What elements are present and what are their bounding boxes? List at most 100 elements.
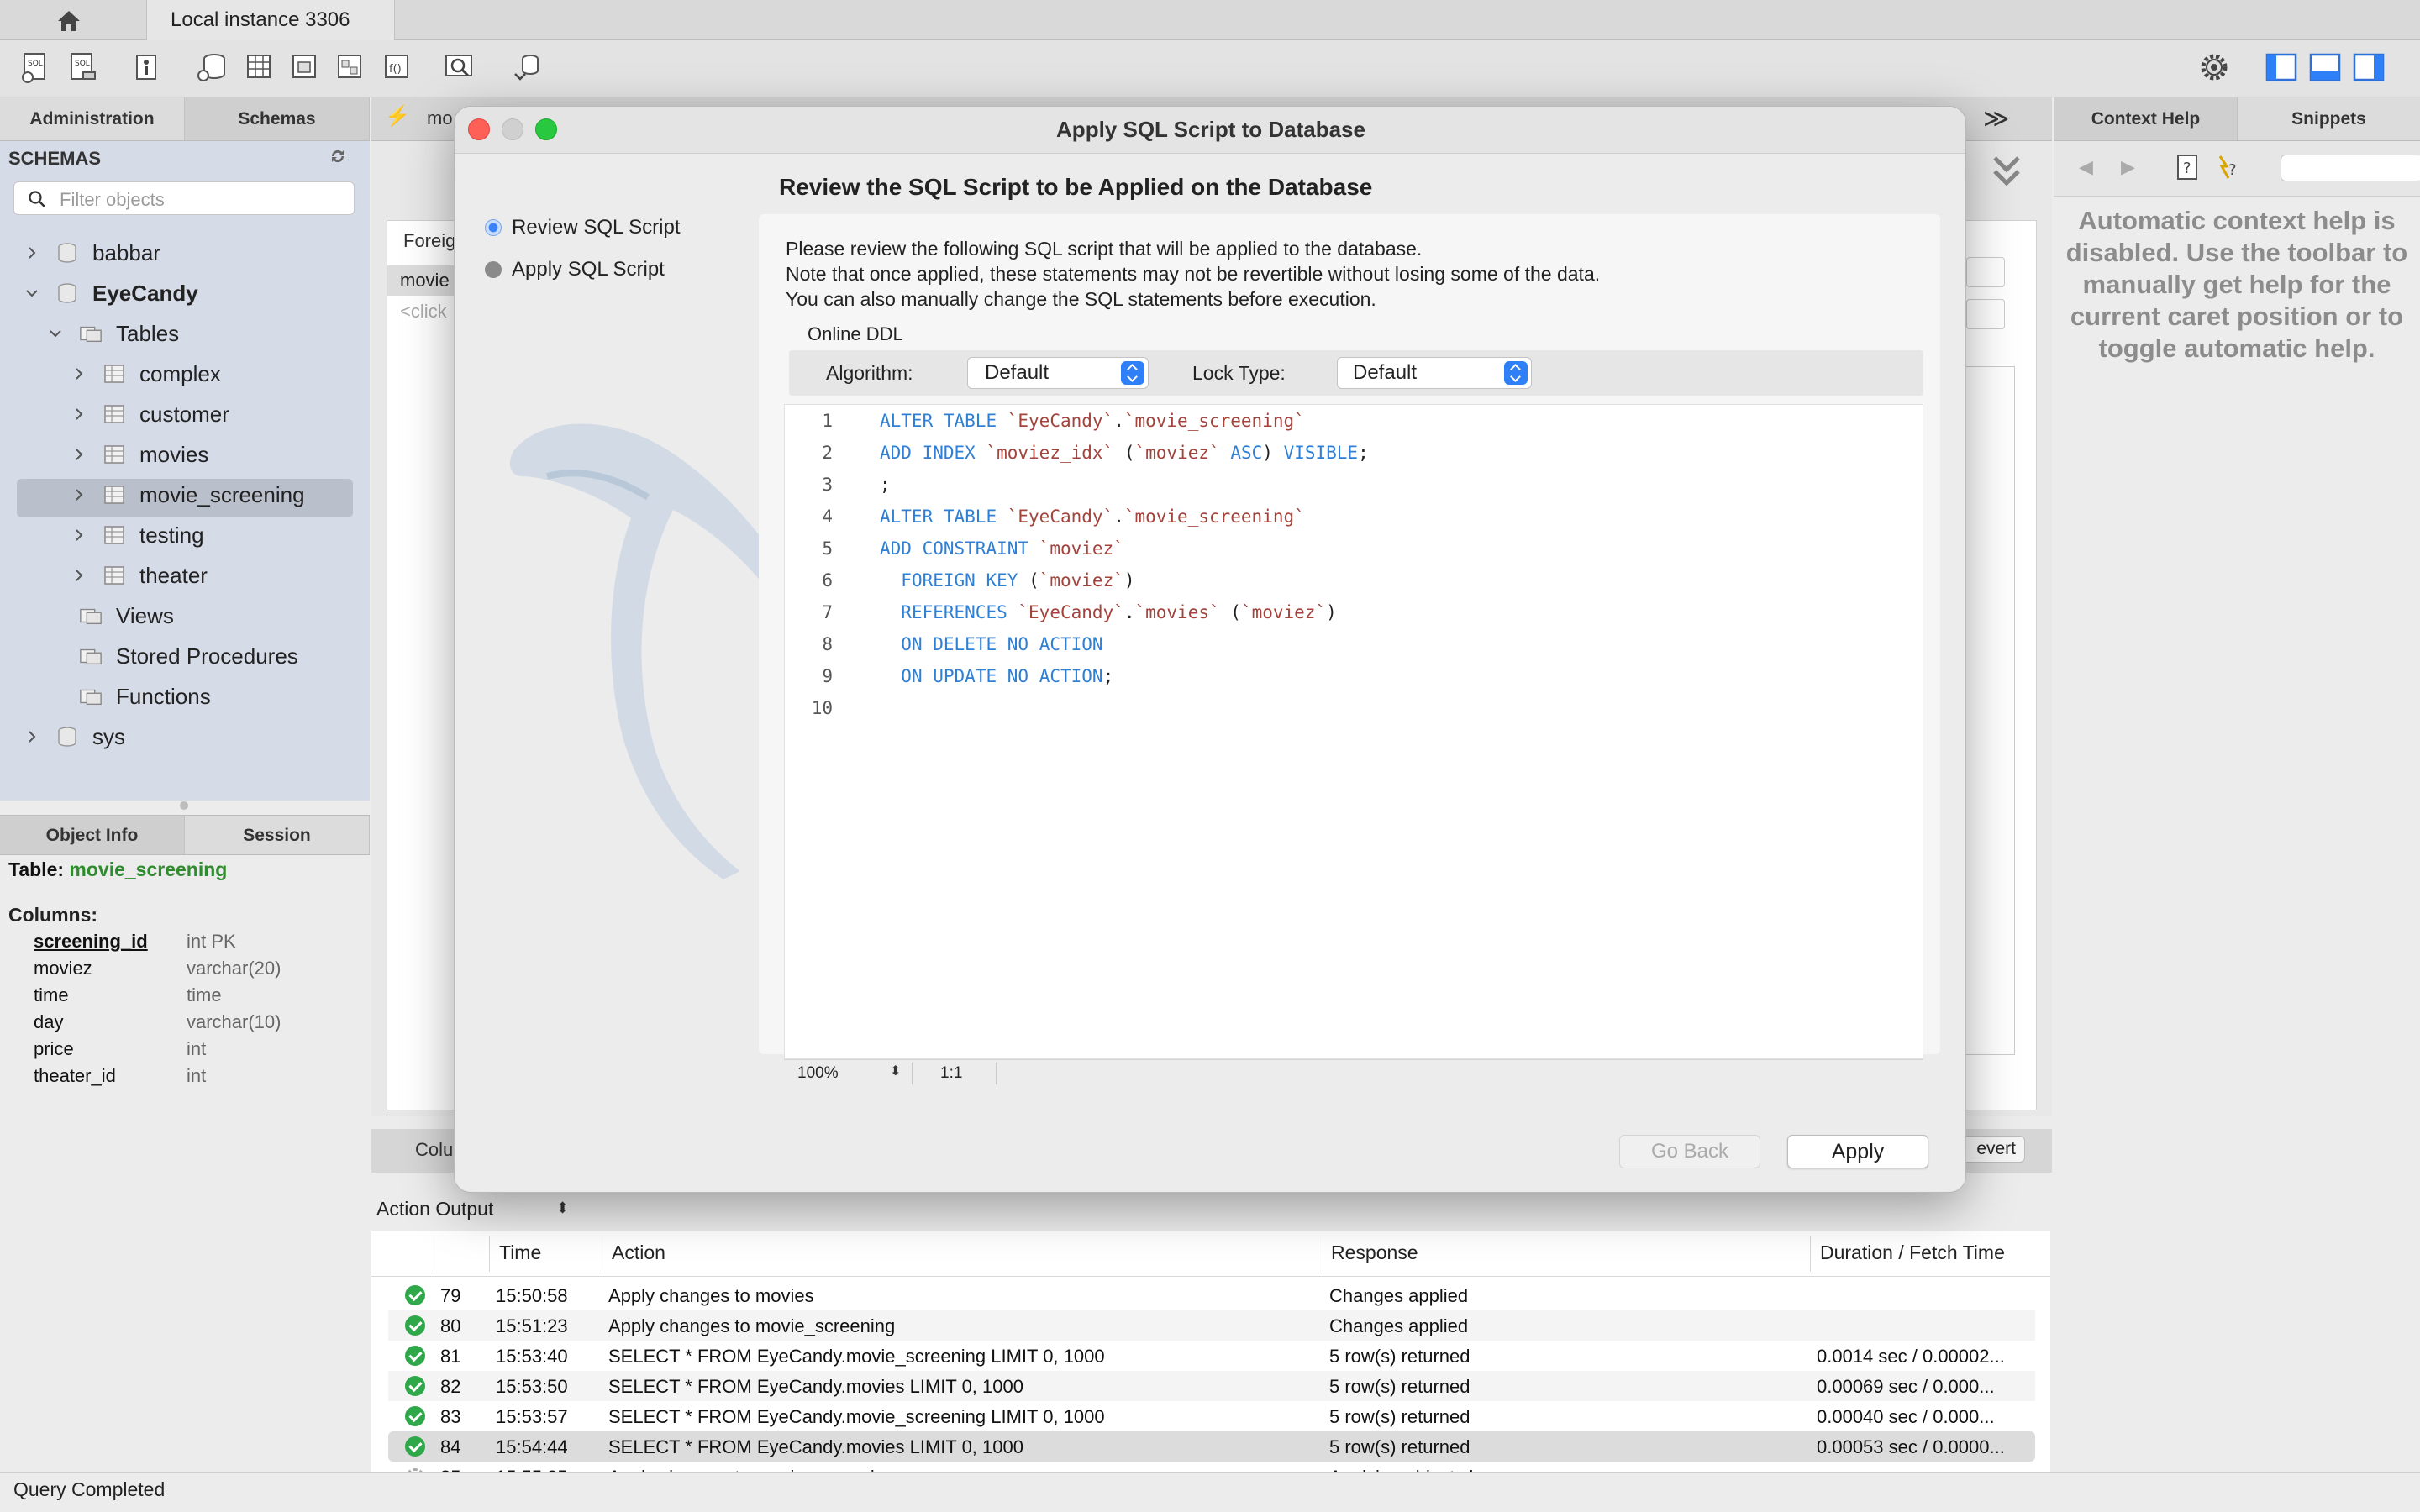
foreign-key-row[interactable]: movie <box>387 265 454 296</box>
tab-snippets[interactable]: Snippets <box>2237 97 2420 140</box>
open-sql-file-button[interactable]: SQL <box>64 49 103 86</box>
tab-schemas[interactable]: Schemas <box>185 97 370 140</box>
tree-item-stored-procedures[interactable]: Stored Procedures <box>47 637 298 675</box>
table-row[interactable]: 83 15:53:57 SELECT * FROM EyeCandy.movie_s… <box>388 1401 2035 1431</box>
tab-administration[interactable]: Administration <box>0 97 185 140</box>
column-header-duration[interactable]: Duration / Fetch Time <box>1820 1242 2005 1264</box>
table-icon <box>103 483 126 507</box>
tab-object-info[interactable]: Object Info <box>0 816 185 854</box>
collapse-icon[interactable] <box>1990 151 2023 188</box>
cell-time: 15:53:40 <box>496 1346 568 1367</box>
help-search-input[interactable] <box>2281 155 2420 181</box>
table-icon <box>247 55 271 78</box>
table-row[interactable]: 84 15:54:44 SELECT * FROM EyeCandy.movies … <box>388 1431 2035 1462</box>
create-view-button[interactable] <box>284 49 323 86</box>
chevron-down-icon[interactable] <box>24 285 40 302</box>
filter-input[interactable]: Filter objects <box>13 181 355 215</box>
forward-arrow-icon[interactable]: ▶ <box>2121 156 2135 178</box>
tab-session[interactable]: Session <box>185 816 370 854</box>
tree-item-tables[interactable]: Tables <box>47 314 179 353</box>
table-row[interactable]: 79 15:50:58 Apply changes to movies Changes… <box>388 1280 2035 1310</box>
connection-tab[interactable]: Local instance 3306 <box>146 0 395 40</box>
chevron-right-icon[interactable] <box>24 728 40 745</box>
apply-button[interactable]: Apply <box>1787 1135 1928 1168</box>
chevron-right-icon[interactable] <box>71 567 87 584</box>
toggle-secondary-sidebar-button[interactable] <box>2349 49 2388 86</box>
referenced-table-select[interactable] <box>1966 257 2005 287</box>
chevron-right-icon[interactable] <box>71 446 87 463</box>
new-sql-tab-button[interactable]: SQL <box>17 49 55 86</box>
tab-context-help[interactable]: Context Help <box>2054 97 2237 140</box>
expand-tabs-icon[interactable]: ≫ <box>1983 104 2009 134</box>
tree-item-testing[interactable]: testing <box>71 516 204 554</box>
lock-type-select[interactable]: Default <box>1337 357 1532 389</box>
add-row-placeholder[interactable]: <click <box>400 301 447 323</box>
table-row[interactable]: 81 15:53:40 SELECT * FROM EyeCandy.movie_s… <box>388 1341 2035 1371</box>
tree-item-functions[interactable]: Functions <box>47 677 211 716</box>
splitter-handle[interactable] <box>180 801 188 810</box>
column-header-response[interactable]: Response <box>1331 1242 1418 1264</box>
zoom-level[interactable]: 100% <box>797 1064 839 1083</box>
svg-text:?: ? <box>2183 160 2191 177</box>
tree-item-label: EyeCandy <box>92 280 198 306</box>
manual-help-icon[interactable]: ? <box>2175 153 2203 186</box>
referenced-column-select[interactable] <box>1966 299 2005 329</box>
tree-item-movie-screening[interactable]: movie_screening <box>71 475 305 514</box>
table-row[interactable]: 82 15:53:50 SELECT * FROM EyeCandy.movies … <box>388 1371 2035 1401</box>
search-table-data-button[interactable] <box>440 49 479 86</box>
create-schema-button[interactable] <box>193 49 232 86</box>
create-table-button[interactable] <box>239 49 277 86</box>
chevron-down-icon[interactable] <box>47 325 64 342</box>
column-name: moviez <box>34 958 92 979</box>
procedure-icon <box>338 55 361 78</box>
tree-item-sys[interactable]: sys <box>24 717 125 756</box>
algorithm-select[interactable]: Default <box>967 357 1149 389</box>
table-row[interactable]: 80 15:51:23 Apply changes to movie_screeni… <box>388 1310 2035 1341</box>
column-name: day <box>34 1011 64 1032</box>
pending-step-icon <box>485 261 502 278</box>
cell-time: 15:50:58 <box>496 1285 568 1306</box>
refresh-icon[interactable] <box>328 146 348 166</box>
column-header-action[interactable]: Action <box>612 1242 666 1264</box>
chevron-right-icon[interactable] <box>71 365 87 382</box>
sql-line: 9 ON UPDATE NO ACTION; <box>791 666 1113 698</box>
table-icon <box>103 523 126 547</box>
preferences-button[interactable] <box>2195 49 2233 86</box>
tree-item-theater[interactable]: theater <box>71 556 208 595</box>
toggle-sidebar-button[interactable] <box>2262 49 2301 86</box>
create-procedure-button[interactable] <box>329 49 368 86</box>
inspector-button[interactable] <box>128 49 166 86</box>
sql-script-editor[interactable] <box>784 404 1923 1059</box>
auto-help-icon[interactable]: ? <box>2215 153 2244 186</box>
tree-item-movies[interactable]: movies <box>71 435 208 474</box>
create-function-button[interactable]: f() <box>376 49 415 86</box>
chevron-right-icon[interactable] <box>71 527 87 543</box>
toggle-output-button[interactable] <box>2306 49 2344 86</box>
tree-item-customer[interactable]: customer <box>71 395 229 433</box>
sql-code: ADD CONSTRAINT `moviez` <box>880 538 1124 559</box>
action-output-title[interactable]: Action Output <box>376 1198 493 1221</box>
chevron-right-icon[interactable] <box>71 486 87 503</box>
output-type-selector-icon[interactable]: ⬍ <box>556 1200 569 1217</box>
chevron-right-icon[interactable] <box>24 244 40 261</box>
tree-item-eyecandy[interactable]: EyeCandy <box>24 274 198 312</box>
tree-item-views[interactable]: Views <box>47 596 174 635</box>
search-icon <box>445 55 472 77</box>
tree-item-label: Views <box>116 602 174 628</box>
back-arrow-icon[interactable]: ◀ <box>2079 156 2093 178</box>
tree-item-label: complex <box>139 360 221 386</box>
tree-item-label: testing <box>139 522 204 548</box>
tree-item-complex[interactable]: complex <box>71 354 221 393</box>
tab-columns[interactable]: Colu <box>415 1139 453 1161</box>
chevron-right-icon[interactable] <box>71 406 87 423</box>
tree-item-babbar[interactable]: babbar <box>24 234 160 272</box>
zoom-stepper-icon[interactable]: ⬍ <box>890 1063 901 1079</box>
reconnect-button[interactable] <box>508 49 546 86</box>
success-check-icon <box>405 1436 425 1457</box>
cell-id: 79 <box>440 1285 461 1306</box>
home-button[interactable] <box>52 7 86 35</box>
editor-tab[interactable]: mo <box>427 108 453 129</box>
tree-item-label: sys <box>92 723 125 749</box>
column-header-time[interactable]: Time <box>499 1242 541 1264</box>
go-back-button[interactable]: Go Back <box>1619 1135 1760 1168</box>
